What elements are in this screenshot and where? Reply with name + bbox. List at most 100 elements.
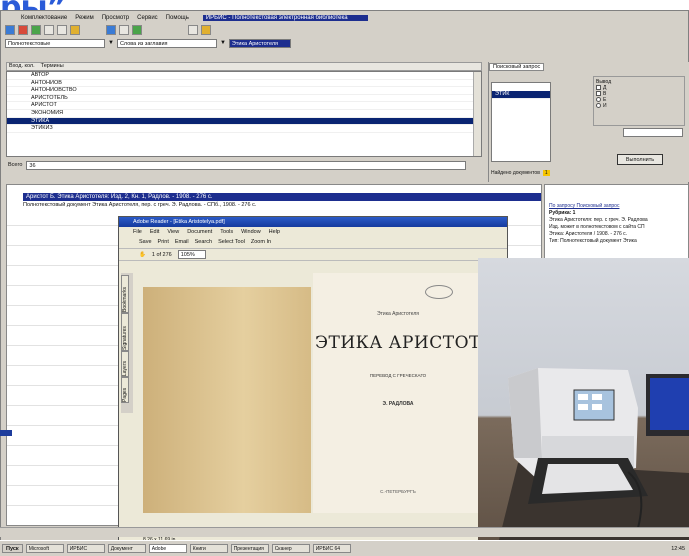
save-button[interactable]: Save bbox=[139, 239, 152, 245]
settings-icon[interactable] bbox=[188, 25, 198, 35]
tab-bookmarks[interactable]: Bookmarks bbox=[121, 275, 129, 313]
email-button[interactable]: Email bbox=[175, 239, 189, 245]
record-line: Этика: Аристотеля / 1908. - 276 с. bbox=[549, 231, 628, 237]
find-icon[interactable] bbox=[57, 25, 67, 35]
taskbar-item[interactable]: Книги bbox=[189, 544, 228, 553]
search-row: Полнотекстовые ▼ Слова из заглавия ▼ Эти… bbox=[1, 36, 688, 50]
book-title: ЭТИКА АРИСТОТЕЛЯ bbox=[315, 333, 523, 353]
tab-layers[interactable]: Layers bbox=[121, 351, 129, 377]
taskbar-item[interactable]: ИРБИС 64 bbox=[312, 544, 351, 553]
database-dropdown-icon[interactable]: ▼ bbox=[108, 40, 114, 46]
record-panel: По запросу Поисковый запрос Рубрика: 1 Э… bbox=[544, 184, 689, 264]
pdf-reader-title: Adobe Reader - [Etika Aristotelya.pdf] bbox=[119, 217, 507, 227]
reader-menu-help[interactable]: Help bbox=[269, 229, 280, 235]
list-item[interactable]: АРИСТОТ bbox=[7, 102, 481, 110]
option-checkbox[interactable] bbox=[596, 91, 601, 97]
folder-icon[interactable] bbox=[201, 25, 211, 35]
book-author: Этика Аристотеля bbox=[377, 311, 419, 317]
list-item-selected[interactable]: ЭТИКА bbox=[7, 117, 481, 126]
list-scrollbar[interactable] bbox=[473, 72, 481, 156]
reader-menu-file[interactable]: File bbox=[133, 229, 142, 235]
tray-clock[interactable]: 12:45 bbox=[671, 546, 685, 552]
search-field-select[interactable]: Слова из заглавия bbox=[116, 38, 217, 48]
taskbar-item[interactable]: ИРБИС bbox=[66, 544, 105, 553]
database-select[interactable]: Полнотекстовые bbox=[5, 38, 105, 48]
run-icon[interactable] bbox=[132, 25, 142, 35]
record-line: Тип: Полнотекстовый документ Этика bbox=[549, 238, 637, 244]
tab-pages[interactable]: Pages bbox=[121, 377, 129, 403]
menu-item-acquisition[interactable]: Комплектование bbox=[21, 15, 67, 21]
search-dropdown-icon[interactable]: ▼ bbox=[220, 40, 226, 46]
list-item[interactable]: АНТОНИОВ bbox=[7, 80, 481, 88]
status-value: 1 bbox=[542, 170, 550, 176]
export-icon[interactable] bbox=[70, 25, 80, 35]
option-radio[interactable] bbox=[596, 103, 601, 109]
list-header-terms: Термины bbox=[40, 63, 64, 69]
query-list[interactable]: ЭТИК bbox=[491, 82, 551, 162]
taskbar-item[interactable]: Документ bbox=[107, 544, 146, 553]
zoom-in-button[interactable]: Zoom In bbox=[251, 239, 271, 245]
reader-side-tabs: Bookmarks Signatures Layers Pages bbox=[121, 273, 133, 413]
reader-menu-view[interactable]: View bbox=[167, 229, 179, 235]
query-result[interactable]: ЭТИК bbox=[492, 91, 550, 99]
menu-item-help[interactable]: Помощь bbox=[166, 15, 189, 21]
library-stamp-icon bbox=[425, 285, 453, 299]
taskbar-item[interactable]: Microsoft bbox=[25, 544, 64, 553]
list-item[interactable]: ЭТИКИЗ bbox=[7, 125, 481, 133]
reader-menu-edit[interactable]: Edit bbox=[150, 229, 159, 235]
reader-menu-tools[interactable]: Tools bbox=[220, 229, 233, 235]
result-row[interactable]: Полнотекстовый документ Этика Аристотеля… bbox=[23, 201, 541, 209]
option-radio[interactable] bbox=[596, 97, 601, 103]
search-input[interactable]: Этика Аристотеля bbox=[228, 38, 291, 48]
list-item[interactable]: АНТОНИОВСТВО bbox=[7, 87, 481, 95]
result-row-selected[interactable]: Аристот Б. Этика Аристотеля: Изд. 2, Кн.… bbox=[23, 193, 541, 201]
option-checkbox[interactable] bbox=[596, 85, 601, 91]
menu-item-service[interactable]: Сервис bbox=[137, 15, 158, 21]
terms-panel: Вход. кол. Термины АВТОР АНТОНИОВ АНТОНИ… bbox=[6, 62, 482, 182]
status-strip bbox=[0, 527, 689, 537]
list-item[interactable]: АРИСТОТЕЛЬ bbox=[7, 95, 481, 103]
back-icon[interactable] bbox=[106, 25, 116, 35]
count-label: Всего bbox=[8, 162, 23, 168]
taskbar-item[interactable]: Сканер bbox=[271, 544, 310, 553]
scanner-illustration bbox=[498, 368, 689, 544]
tab-query[interactable]: Поисковый запрос bbox=[489, 62, 545, 71]
stop-icon[interactable] bbox=[18, 25, 28, 35]
book-left-page bbox=[143, 287, 311, 513]
record-line: Изд. может в полнотекстовом с сайта СП bbox=[549, 224, 645, 230]
list-item[interactable]: ЭКОНОМИЯ bbox=[7, 110, 481, 118]
record-line: По запросу Поисковый запрос bbox=[549, 203, 620, 209]
print-button[interactable]: Print bbox=[158, 239, 169, 245]
menu-bar: Комплектование Режим Просмотр Сервис Пом… bbox=[1, 11, 688, 24]
hand-icon[interactable]: ✋ bbox=[139, 252, 146, 258]
reader-menu-document[interactable]: Document bbox=[187, 229, 212, 235]
terms-list[interactable]: АВТОР АНТОНИОВ АНТОНИОВСТВО АРИСТОТЕЛЬ А… bbox=[6, 71, 482, 157]
print-icon[interactable] bbox=[44, 25, 54, 35]
menu-item-view[interactable]: Просмотр bbox=[102, 15, 129, 21]
execute-search-button[interactable]: Выполнить bbox=[617, 154, 663, 165]
menu-item-mode[interactable]: Режим bbox=[75, 15, 94, 21]
tab-signatures[interactable]: Signatures bbox=[121, 313, 129, 351]
search-button[interactable]: Search bbox=[195, 239, 212, 245]
record-line: Этика Аристотеля: пер. с греч. Э. Радлов… bbox=[549, 217, 648, 223]
count-field[interactable]: 36 bbox=[26, 160, 467, 170]
slide-decoration bbox=[0, 430, 12, 436]
reader-menu-window[interactable]: Window bbox=[241, 229, 261, 235]
start-button[interactable]: Пуск bbox=[2, 544, 23, 553]
zoom-select[interactable]: 105% bbox=[177, 250, 206, 259]
select-tool-button[interactable]: Select Tool bbox=[218, 239, 245, 245]
record-line: Рубрика: 1 bbox=[549, 210, 576, 216]
list-item[interactable]: АВТОР bbox=[7, 72, 481, 80]
list-header-count: Вход. кол. bbox=[9, 63, 35, 69]
refresh-icon[interactable] bbox=[31, 25, 41, 35]
status-label: Найдено документов bbox=[491, 170, 540, 176]
options-group: Вывод Д В Е И bbox=[593, 76, 685, 126]
page-counter[interactable]: 1 of 276 bbox=[152, 252, 172, 258]
taskbar-item[interactable]: Презентация bbox=[230, 544, 269, 553]
forward-icon[interactable] bbox=[119, 25, 129, 35]
sort-select[interactable] bbox=[623, 128, 683, 137]
book-city: С.-ПЕТЕРБУРГЪ bbox=[380, 489, 416, 494]
taskbar-item-active[interactable]: Adobe bbox=[148, 544, 187, 553]
main-toolbar bbox=[1, 24, 688, 36]
open-icon[interactable] bbox=[5, 25, 15, 35]
